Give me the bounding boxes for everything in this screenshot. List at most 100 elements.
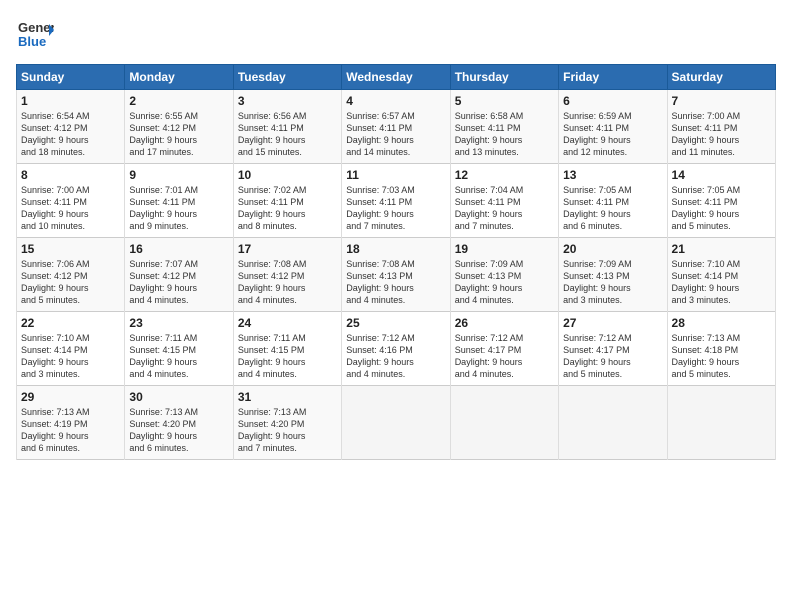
calendar-cell: 9Sunrise: 7:01 AM Sunset: 4:11 PM Daylig… xyxy=(125,164,233,238)
weekday-header-tuesday: Tuesday xyxy=(233,65,341,90)
week-row-5: 29 Sunrise: 7:13 AM Sunset: 4:19 PM Dayli… xyxy=(17,386,776,460)
calendar-cell: 31 Sunrise: 7:13 AM Sunset: 4:20 PM Dayli… xyxy=(233,386,341,460)
day-number: 16 xyxy=(129,242,228,256)
calendar-cell: 8 Sunrise: 7:00 AM Sunset: 4:11 PM Daylig… xyxy=(17,164,125,238)
day-number: 8 xyxy=(21,168,120,182)
calendar-cell: 7 Sunrise: 7:00 AM Sunset: 4:11 PM Daylig… xyxy=(667,90,775,164)
weekday-header-saturday: Saturday xyxy=(667,65,775,90)
weekday-header-monday: Monday xyxy=(125,65,233,90)
day-content: Sunrise: 7:12 AM Sunset: 4:16 PM Dayligh… xyxy=(346,332,445,381)
day-content: Sunrise: 7:13 AM Sunset: 4:18 PM Dayligh… xyxy=(672,332,771,381)
day-number: 11 xyxy=(346,168,445,182)
calendar-cell: 3Sunrise: 6:56 AM Sunset: 4:11 PM Daylig… xyxy=(233,90,341,164)
logo-svg: General Blue xyxy=(16,16,54,54)
calendar-cell xyxy=(342,386,450,460)
day-content: Sunrise: 7:01 AM Sunset: 4:11 PM Dayligh… xyxy=(129,184,228,233)
day-content: Sunrise: 7:12 AM Sunset: 4:17 PM Dayligh… xyxy=(563,332,662,381)
calendar-cell: 1 Sunrise: 6:54 AM Sunset: 4:12 PM Daylig… xyxy=(17,90,125,164)
day-content: Sunrise: 7:11 AM Sunset: 4:15 PM Dayligh… xyxy=(129,332,228,381)
day-number: 20 xyxy=(563,242,662,256)
day-number: 27 xyxy=(563,316,662,330)
calendar-cell: 5 Sunrise: 6:58 AM Sunset: 4:11 PM Daylig… xyxy=(450,90,558,164)
weekday-header-row: SundayMondayTuesdayWednesdayThursdayFrid… xyxy=(17,65,776,90)
calendar-container: General Blue SundayMondayTuesdayWednesda… xyxy=(0,0,792,468)
weekday-header-wednesday: Wednesday xyxy=(342,65,450,90)
day-content: Sunrise: 7:00 AM Sunset: 4:11 PM Dayligh… xyxy=(672,110,771,159)
day-content: Sunrise: 7:05 AM Sunset: 4:11 PM Dayligh… xyxy=(672,184,771,233)
day-number: 26 xyxy=(455,316,554,330)
day-number: 23 xyxy=(129,316,228,330)
day-number: 5 xyxy=(455,94,554,108)
calendar-cell xyxy=(450,386,558,460)
day-number: 19 xyxy=(455,242,554,256)
day-content: Sunrise: 7:09 AM Sunset: 4:13 PM Dayligh… xyxy=(563,258,662,307)
calendar-cell: 24 Sunrise: 7:11 AM Sunset: 4:15 PM Dayli… xyxy=(233,312,341,386)
day-number: 25 xyxy=(346,316,445,330)
calendar-cell: 20 Sunrise: 7:09 AM Sunset: 4:13 PM Dayli… xyxy=(559,238,667,312)
day-content: Sunrise: 7:13 AM Sunset: 4:19 PM Dayligh… xyxy=(21,406,120,455)
day-number: 13 xyxy=(563,168,662,182)
calendar-cell: 19 Sunrise: 7:09 AM Sunset: 4:13 PM Dayli… xyxy=(450,238,558,312)
svg-text:Blue: Blue xyxy=(18,34,46,49)
calendar-cell: 2 Sunrise: 6:55 AM Sunset: 4:12 PM Daylig… xyxy=(125,90,233,164)
day-number: 31 xyxy=(238,390,337,404)
calendar-cell: 21 Sunrise: 7:10 AM Sunset: 4:14 PM Dayli… xyxy=(667,238,775,312)
week-row-2: 8 Sunrise: 7:00 AM Sunset: 4:11 PM Daylig… xyxy=(17,164,776,238)
calendar-cell: 30 Sunrise: 7:13 AM Sunset: 4:20 PM Dayli… xyxy=(125,386,233,460)
day-content: Sunrise: 7:10 AM Sunset: 4:14 PM Dayligh… xyxy=(21,332,120,381)
day-number: 29 xyxy=(21,390,120,404)
day-number: 7 xyxy=(672,94,771,108)
day-number: 12 xyxy=(455,168,554,182)
day-number: 30 xyxy=(129,390,228,404)
calendar-cell: 17 Sunrise: 7:08 AM Sunset: 4:12 PM Dayli… xyxy=(233,238,341,312)
day-content: Sunrise: 6:58 AM Sunset: 4:11 PM Dayligh… xyxy=(455,110,554,159)
day-number: 24 xyxy=(238,316,337,330)
day-number: 10 xyxy=(238,168,337,182)
day-content: Sunrise: 6:54 AM Sunset: 4:12 PM Dayligh… xyxy=(21,110,120,159)
calendar-cell: 18 Sunrise: 7:08 AM Sunset: 4:13 PM Dayli… xyxy=(342,238,450,312)
day-content: Sunrise: 7:05 AM Sunset: 4:11 PM Dayligh… xyxy=(563,184,662,233)
day-number: 21 xyxy=(672,242,771,256)
calendar-cell xyxy=(559,386,667,460)
day-content: Sunrise: 7:13 AM Sunset: 4:20 PM Dayligh… xyxy=(129,406,228,455)
day-content: Sunrise: 7:13 AM Sunset: 4:20 PM Dayligh… xyxy=(238,406,337,455)
day-content: Sunrise: 7:08 AM Sunset: 4:12 PM Dayligh… xyxy=(238,258,337,307)
calendar-cell: 10 Sunrise: 7:02 AM Sunset: 4:11 PM Dayli… xyxy=(233,164,341,238)
calendar-table: SundayMondayTuesdayWednesdayThursdayFrid… xyxy=(16,64,776,460)
day-number: 2 xyxy=(129,94,228,108)
day-content: Sunrise: 7:00 AM Sunset: 4:11 PM Dayligh… xyxy=(21,184,120,233)
calendar-header: General Blue xyxy=(16,16,776,54)
calendar-cell: 27 Sunrise: 7:12 AM Sunset: 4:17 PM Dayli… xyxy=(559,312,667,386)
calendar-cell: 4 Sunrise: 6:57 AM Sunset: 4:11 PM Daylig… xyxy=(342,90,450,164)
day-number: 17 xyxy=(238,242,337,256)
weekday-header-sunday: Sunday xyxy=(17,65,125,90)
day-number: 3 xyxy=(238,94,337,108)
day-content: Sunrise: 7:02 AM Sunset: 4:11 PM Dayligh… xyxy=(238,184,337,233)
day-content: Sunrise: 6:55 AM Sunset: 4:12 PM Dayligh… xyxy=(129,110,228,159)
week-row-4: 22Sunrise: 7:10 AM Sunset: 4:14 PM Dayli… xyxy=(17,312,776,386)
calendar-cell: 29 Sunrise: 7:13 AM Sunset: 4:19 PM Dayli… xyxy=(17,386,125,460)
day-content: Sunrise: 7:04 AM Sunset: 4:11 PM Dayligh… xyxy=(455,184,554,233)
svg-text:General: General xyxy=(18,20,54,35)
day-content: Sunrise: 7:11 AM Sunset: 4:15 PM Dayligh… xyxy=(238,332,337,381)
weekday-header-friday: Friday xyxy=(559,65,667,90)
calendar-cell: 16Sunrise: 7:07 AM Sunset: 4:12 PM Dayli… xyxy=(125,238,233,312)
day-number: 18 xyxy=(346,242,445,256)
day-content: Sunrise: 7:09 AM Sunset: 4:13 PM Dayligh… xyxy=(455,258,554,307)
calendar-cell: 23 Sunrise: 7:11 AM Sunset: 4:15 PM Dayli… xyxy=(125,312,233,386)
day-number: 1 xyxy=(21,94,120,108)
calendar-cell: 14Sunrise: 7:05 AM Sunset: 4:11 PM Dayli… xyxy=(667,164,775,238)
day-number: 6 xyxy=(563,94,662,108)
calendar-cell: 15Sunrise: 7:06 AM Sunset: 4:12 PM Dayli… xyxy=(17,238,125,312)
calendar-cell: 11Sunrise: 7:03 AM Sunset: 4:11 PM Dayli… xyxy=(342,164,450,238)
day-content: Sunrise: 7:12 AM Sunset: 4:17 PM Dayligh… xyxy=(455,332,554,381)
day-content: Sunrise: 6:57 AM Sunset: 4:11 PM Dayligh… xyxy=(346,110,445,159)
calendar-cell: 26 Sunrise: 7:12 AM Sunset: 4:17 PM Dayli… xyxy=(450,312,558,386)
weekday-header-thursday: Thursday xyxy=(450,65,558,90)
day-content: Sunrise: 7:10 AM Sunset: 4:14 PM Dayligh… xyxy=(672,258,771,307)
day-number: 4 xyxy=(346,94,445,108)
day-content: Sunrise: 7:08 AM Sunset: 4:13 PM Dayligh… xyxy=(346,258,445,307)
logo: General Blue xyxy=(16,16,54,54)
day-number: 15 xyxy=(21,242,120,256)
calendar-cell: 25 Sunrise: 7:12 AM Sunset: 4:16 PM Dayli… xyxy=(342,312,450,386)
